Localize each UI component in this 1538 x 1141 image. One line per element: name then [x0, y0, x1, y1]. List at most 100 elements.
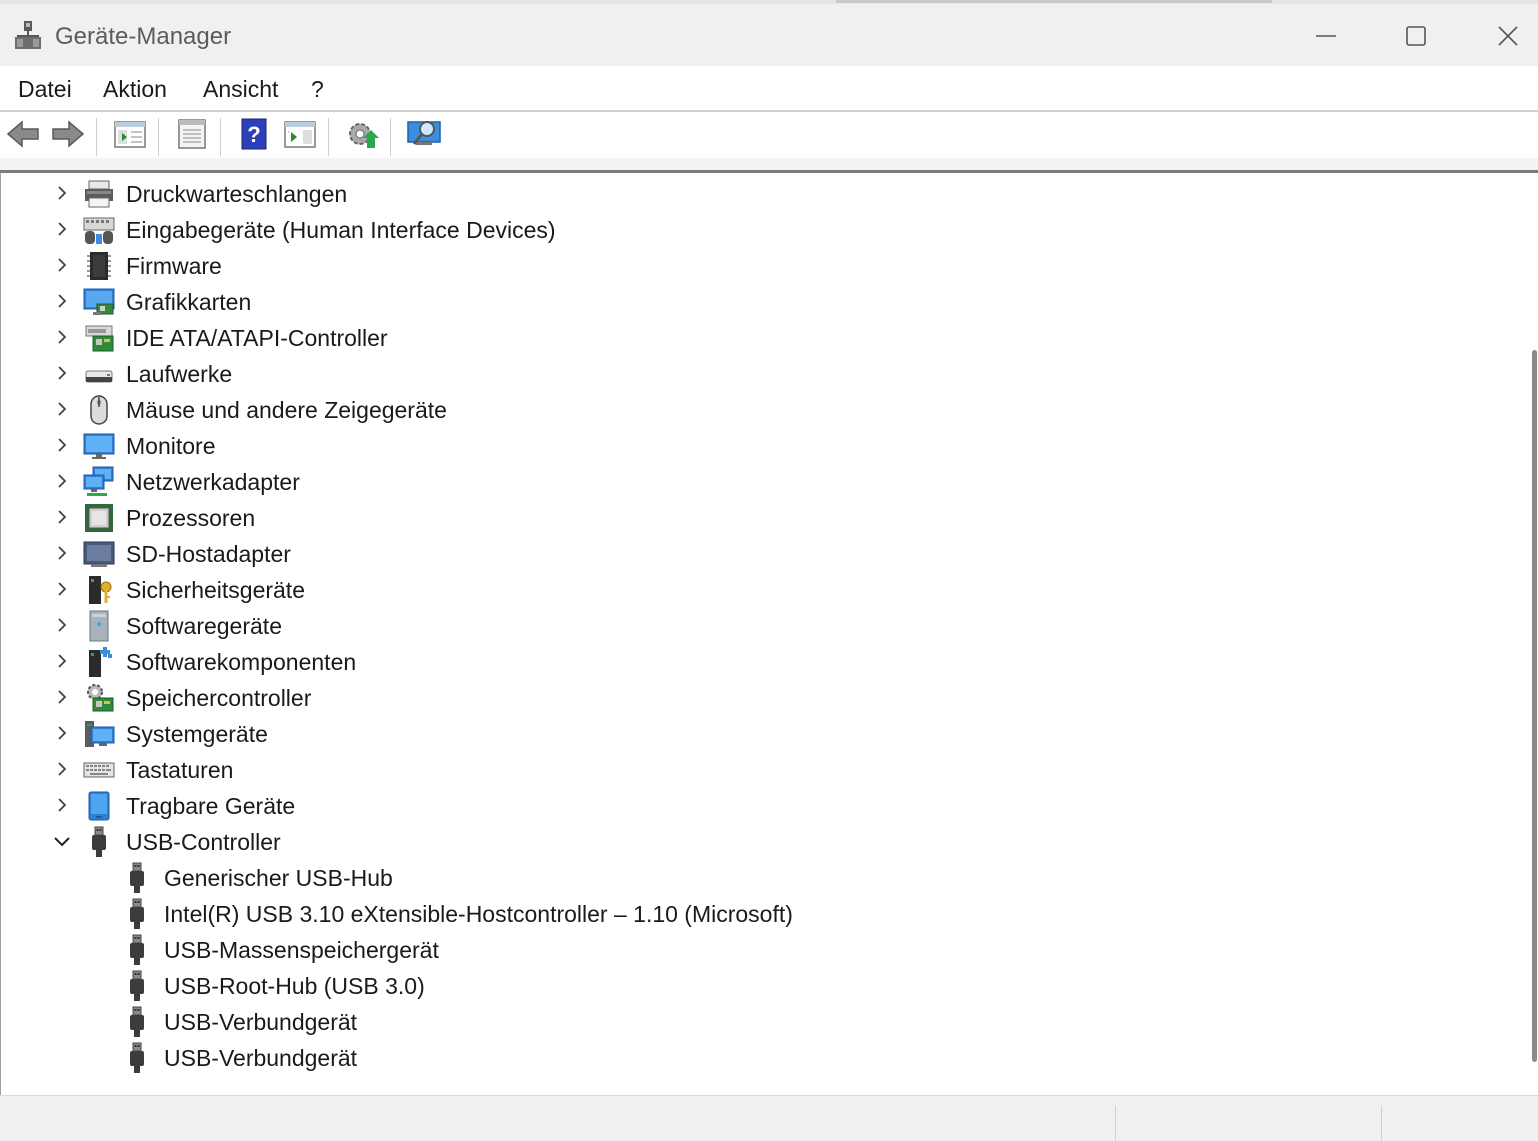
tree-item-netzwerkadapter[interactable]: Netzwerkadapter — [1, 464, 1501, 500]
tree-item-label: Netzwerkadapter — [126, 469, 300, 495]
toolbar-separator — [158, 118, 159, 156]
toolbar-bottom-spacer — [0, 158, 1538, 170]
action-pane-button[interactable] — [282, 118, 318, 154]
update-driver-icon — [345, 118, 379, 155]
firmware-chip-icon — [83, 250, 115, 282]
scrollbar-thumb[interactable] — [1532, 350, 1537, 1062]
tree-child-usb-device[interactable]: Generischer USB-Hub — [1, 860, 1501, 896]
tree-item-label: Softwaregeräte — [126, 613, 282, 639]
tree-item-systemgeraete[interactable]: Systemgeräte — [1, 716, 1501, 752]
chevron-right-icon[interactable] — [53, 436, 71, 454]
chevron-right-icon[interactable] — [53, 760, 71, 778]
tree-item-label: Systemgeräte — [126, 721, 268, 747]
status-bar — [0, 1095, 1538, 1141]
tree-item-firmware[interactable]: Firmware — [1, 248, 1501, 284]
tree-item-label: Tastaturen — [126, 757, 234, 783]
tree-item-label: IDE ATA/ATAPI-Controller — [126, 325, 388, 351]
tree-item-laufwerke[interactable]: Laufwerke — [1, 356, 1501, 392]
tree-item-grafikkarten[interactable]: Grafikkarten — [1, 284, 1501, 320]
tree-item-sd-hostadapter[interactable]: SD-Hostadapter — [1, 536, 1501, 572]
show-hide-console-tree-button[interactable] — [112, 118, 148, 154]
tree-item-sicherheitsgeraete[interactable]: Sicherheitsgeräte — [1, 572, 1501, 608]
usb-icon — [83, 826, 115, 858]
tree-item-monitore[interactable]: Monitore — [1, 428, 1501, 464]
properties-button[interactable] — [174, 118, 210, 154]
tree-item-ide-controller[interactable]: IDE ATA/ATAPI-Controller — [1, 320, 1501, 356]
sd-host-icon — [83, 538, 115, 570]
device-manager-window: Geräte-Manager Datei Aktion Ansicht ? ? … — [0, 0, 1538, 1141]
forward-button[interactable] — [50, 118, 86, 154]
chevron-right-icon[interactable] — [53, 292, 71, 310]
tree-child-usb-device[interactable]: USB-Verbundgerät — [1, 1004, 1501, 1040]
menu-aktion[interactable]: Aktion — [103, 76, 167, 103]
tree-item-eingabegeraete[interactable]: Eingabegeräte (Human Interface Devices) — [1, 212, 1501, 248]
show-hide-console-tree-icon — [113, 119, 147, 154]
chevron-right-icon[interactable] — [53, 616, 71, 634]
usb-icon — [121, 934, 153, 966]
close-button[interactable] — [1478, 14, 1538, 62]
chevron-right-icon[interactable] — [53, 688, 71, 706]
back-arrow-icon — [6, 119, 40, 153]
tree-item-label: SD-Hostadapter — [126, 541, 291, 567]
tree-item-label: Laufwerke — [126, 361, 233, 387]
disk-drive-icon — [83, 358, 115, 390]
tree-item-tastaturen[interactable]: Tastaturen — [1, 752, 1501, 788]
display-adapter-icon — [83, 286, 115, 318]
tree-item-softwaregeraete[interactable]: Softwaregeräte — [1, 608, 1501, 644]
maximize-button[interactable] — [1386, 14, 1446, 62]
tree-item-label: Softwarekomponenten — [126, 649, 357, 675]
tree-item-speichercontroller[interactable]: Speichercontroller — [1, 680, 1501, 716]
chevron-right-icon[interactable] — [53, 508, 71, 526]
back-button[interactable] — [5, 118, 41, 154]
scan-hardware-button[interactable] — [406, 118, 442, 154]
toolbar-separator — [220, 118, 221, 156]
tree-item-softwarekomponenten[interactable]: Softwarekomponenten — [1, 644, 1501, 680]
chevron-right-icon[interactable] — [53, 652, 71, 670]
usb-icon — [121, 1042, 153, 1074]
chevron-right-icon[interactable] — [53, 328, 71, 346]
chevron-right-icon[interactable] — [53, 796, 71, 814]
chevron-right-icon[interactable] — [53, 256, 71, 274]
forward-arrow-icon — [51, 119, 85, 153]
tree-child-usb-device[interactable]: Intel(R) USB 3.10 eXtensible-Hostcontrol… — [1, 896, 1501, 932]
security-device-icon — [83, 574, 115, 606]
menu-datei[interactable]: Datei — [18, 76, 72, 103]
tree-child-usb-device[interactable]: USB-Root-Hub (USB 3.0) — [1, 968, 1501, 1004]
chevron-right-icon[interactable] — [53, 724, 71, 742]
chevron-right-icon[interactable] — [53, 364, 71, 382]
tree-item-label: Sicherheitsgeräte — [126, 577, 305, 603]
tree-item-usb-controller[interactable]: USB-Controller — [1, 824, 1501, 860]
chevron-right-icon[interactable] — [53, 580, 71, 598]
menu-ansicht[interactable]: Ansicht — [203, 76, 278, 103]
device-manager-app-icon — [14, 20, 42, 50]
tree-child-usb-device[interactable]: USB-Verbundgerät — [1, 1040, 1501, 1076]
hid-icon — [83, 214, 115, 246]
tree-item-label: USB-Controller — [126, 829, 281, 855]
minimize-button[interactable] — [1296, 14, 1356, 62]
tree-child-usb-device[interactable]: USB-Massenspeichergerät — [1, 932, 1501, 968]
chevron-right-icon[interactable] — [53, 184, 71, 202]
usb-icon — [121, 898, 153, 930]
chevron-right-icon[interactable] — [53, 220, 71, 238]
storage-controller-icon — [83, 682, 115, 714]
chevron-right-icon[interactable] — [53, 544, 71, 562]
title-bar[interactable]: Geräte-Manager — [0, 4, 1538, 66]
menu-help[interactable]: ? — [311, 76, 324, 103]
toolbar-separator — [328, 118, 329, 156]
tree-item-tragbare-geraete[interactable]: Tragbare Geräte — [1, 788, 1501, 824]
chevron-down-icon[interactable] — [53, 832, 71, 850]
tree-item-prozessoren[interactable]: Prozessoren — [1, 500, 1501, 536]
tree-item-druckwarteschlangen[interactable]: Druckwarteschlangen — [1, 176, 1501, 212]
tree-child-label: USB-Verbundgerät — [164, 1045, 358, 1071]
help-button[interactable]: ? — [236, 118, 272, 154]
device-tree[interactable]: Druckwarteschlangen Eingabegeräte (Human… — [0, 173, 1519, 1095]
scan-hardware-icon — [406, 118, 442, 155]
toolbar-separator — [390, 118, 391, 156]
update-driver-button[interactable] — [344, 118, 380, 154]
chevron-right-icon[interactable] — [53, 400, 71, 418]
action-pane-icon — [283, 119, 317, 154]
chevron-right-icon[interactable] — [53, 472, 71, 490]
tree-item-maeuse[interactable]: Mäuse und andere Zeigegeräte — [1, 392, 1501, 428]
properties-icon — [176, 118, 208, 155]
status-divider — [1115, 1106, 1116, 1141]
